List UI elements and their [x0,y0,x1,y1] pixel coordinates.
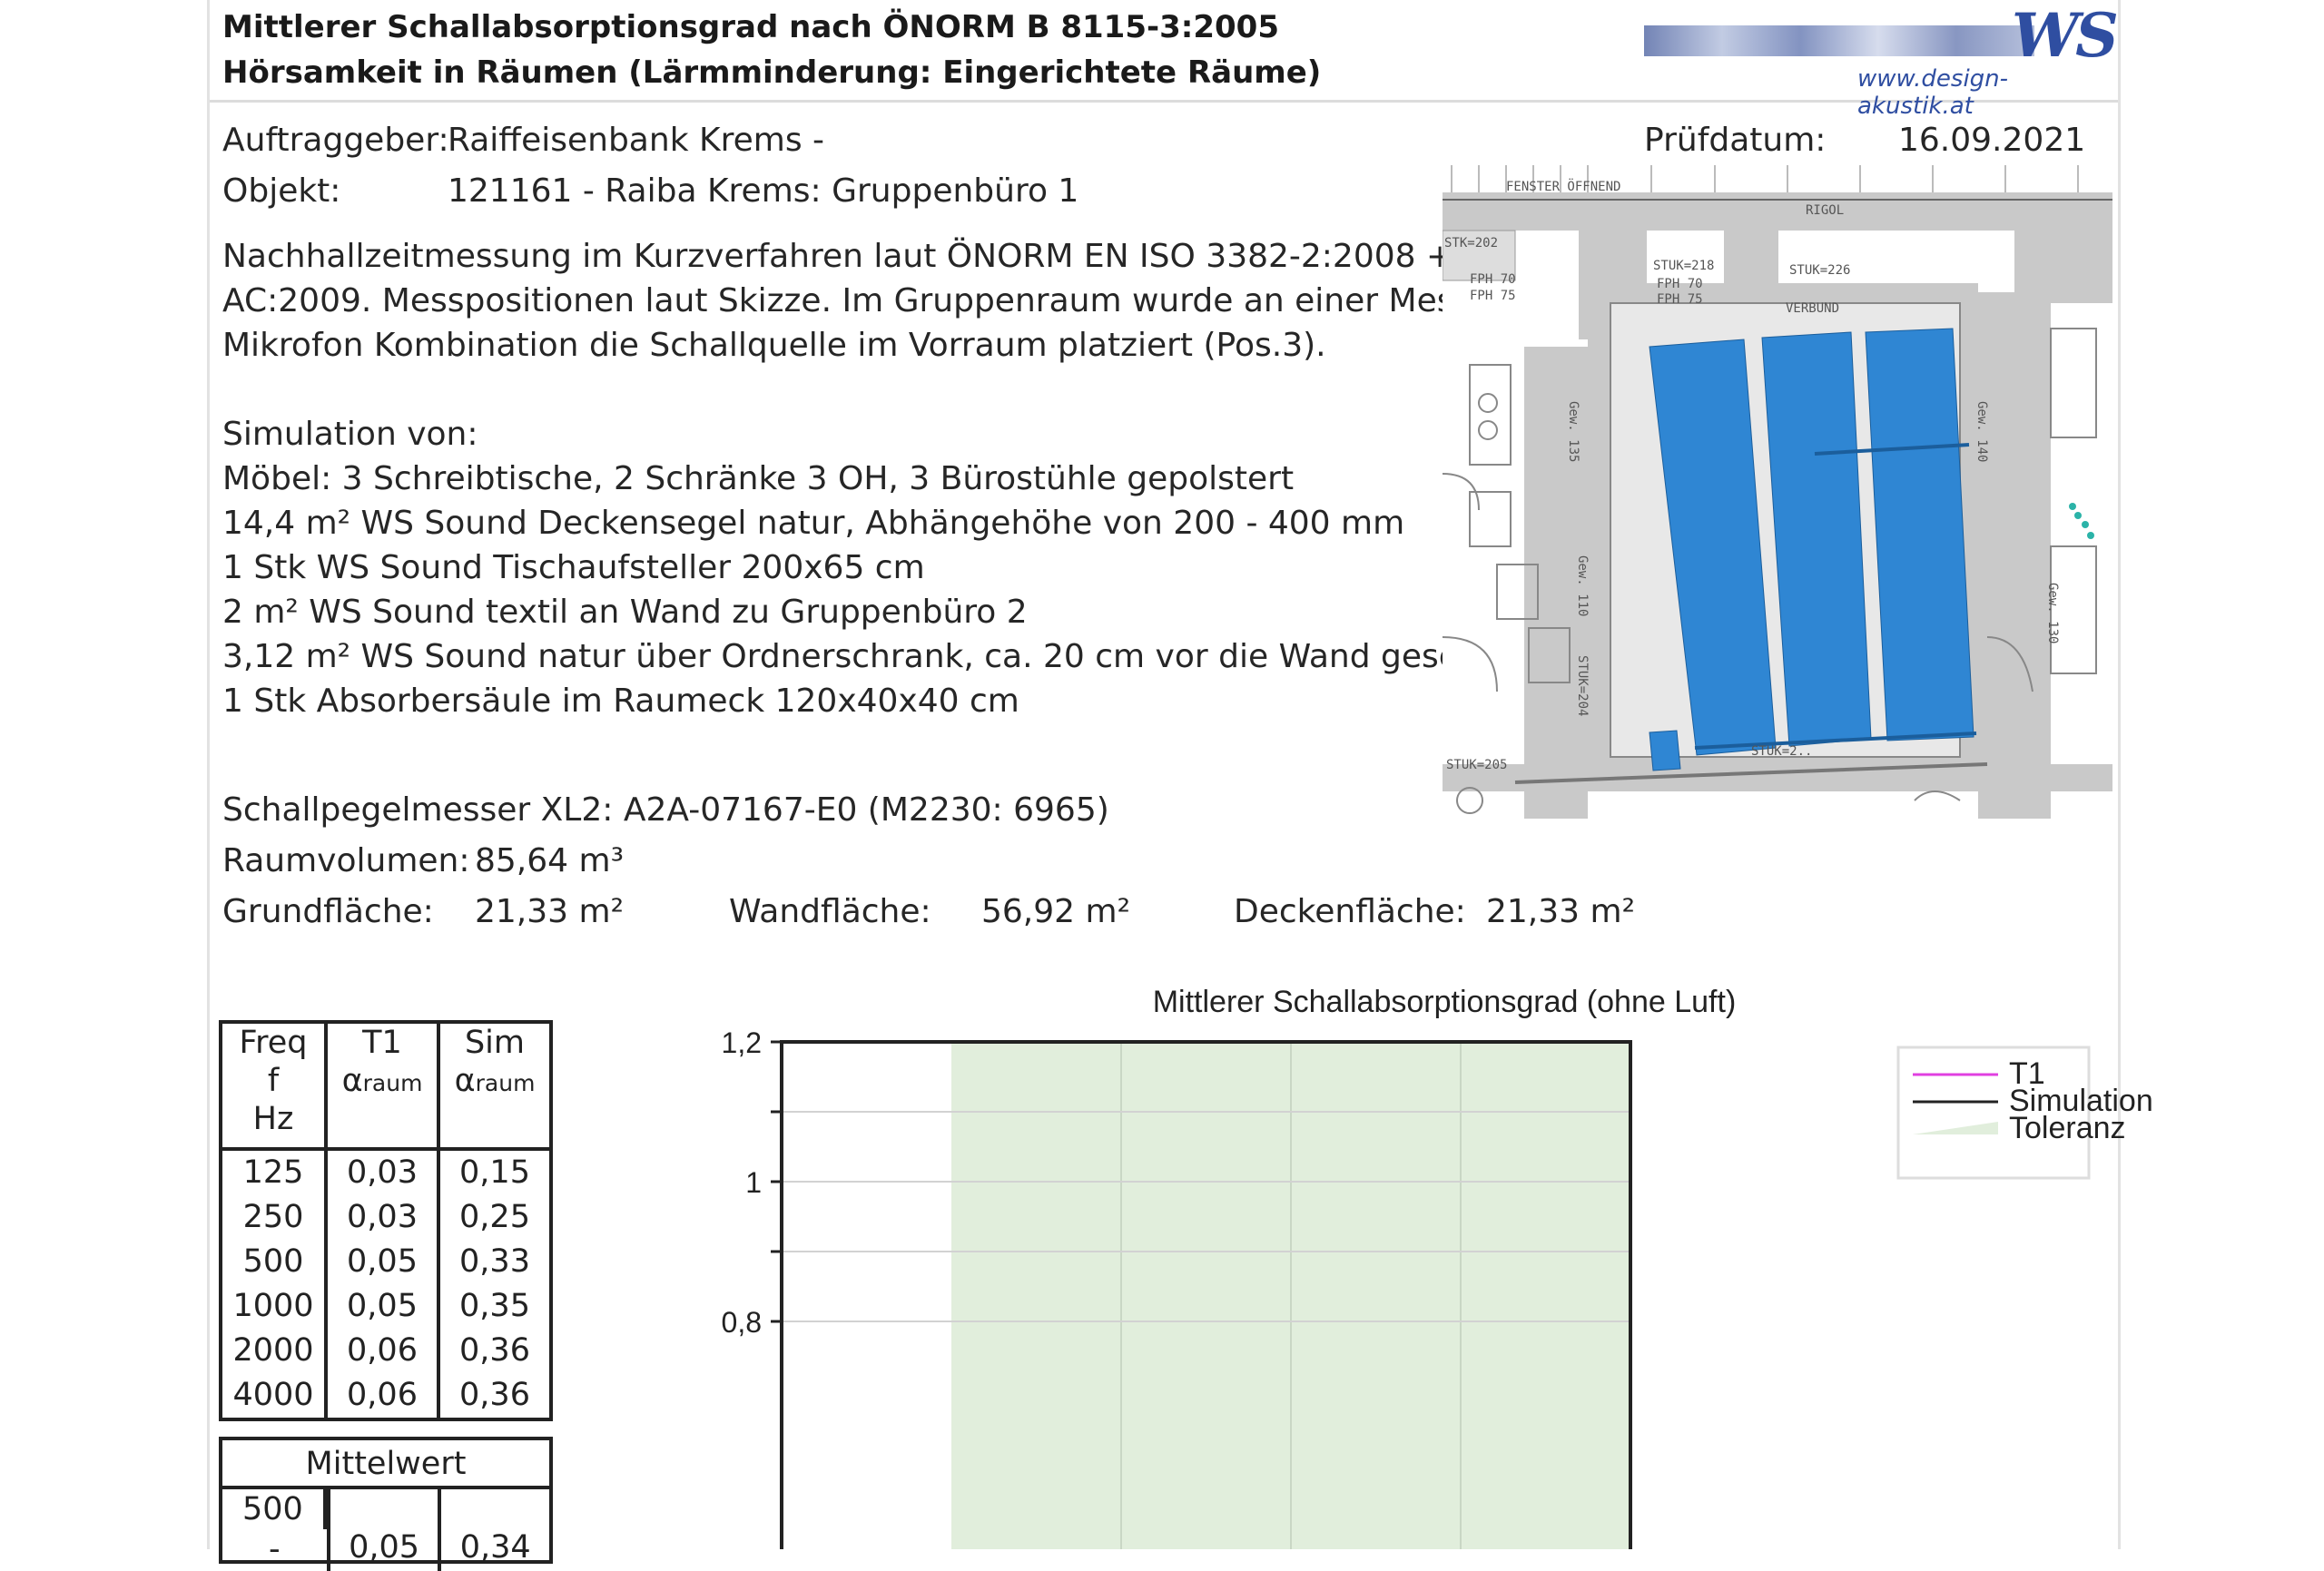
y-tick-label: 1,2 [722,1026,762,1059]
date-label: Prüfdatum: [1644,122,1827,159]
floorplan-label: STUK=204 [1575,655,1590,716]
client-label: Auftraggeber: [222,122,449,159]
column-header-sim: Sim αraum [437,1020,553,1151]
floorplan-label: Gew. 110 [1575,555,1590,616]
volume-label: Raumvolumen: [222,842,470,879]
floorplan-label: FENSTER ÖFFNEND [1506,178,1620,194]
simulation-heading: Simulation von: [222,416,478,453]
table-row: 250 0,03 0,25 [219,1195,553,1240]
report-subtitle: Hörsamkeit in Räumen (Lärmminderung: Ein… [222,54,1322,91]
floorplan-label: FPH 70 [1470,272,1516,287]
simulation-line: 1 Stk Absorbersäule im Raumeck 120x40x40… [222,682,1019,720]
floorplan-label: VERBUND [1786,301,1839,316]
y-tick-label: 0,8 [722,1306,762,1339]
report-header: Mittlerer Schallabsorptionsgrad nach ÖNO… [210,0,2119,120]
mean-t1-value: 0,05 [330,1489,442,1571]
report-title: Mittlerer Schallabsorptionsgrad nach ÖNO… [222,9,1279,45]
table-row: 500 0,05 0,33 [219,1240,553,1284]
floor-area-value: 21,33 m² [475,893,625,930]
floorplan-label: FPH 75 [1657,292,1703,307]
table-row: 4000 0,06 0,36 [219,1373,553,1421]
floorplan-label: STUK=2.. [1751,744,1812,759]
simulation-line: Möbel: 3 Schreibtische, 2 Schränke 3 OH,… [222,460,1295,497]
floorplan-label: STUK=218 [1653,259,1714,273]
chart-plot-area: 1,2 1 0,8 [722,1026,1632,1549]
chart-legend: T1 Simulation Toleranz [1896,1046,2153,1180]
floorplan-label: Gew. 140 [1974,401,1989,462]
description-line: AC:2009. Messpositionen laut Skizze. Im … [222,282,1483,319]
mean-value-label: Mittelwert [222,1440,549,1489]
meter-info: Schallpegelmesser XL2: A2A-07167-E0 (M22… [222,791,1109,829]
floorplan-label: FPH 70 [1657,277,1703,291]
object-label: Objekt: [222,172,341,210]
column-header-frequency: Freq f Hz [219,1020,328,1151]
simulation-line: 14,4 m² WS Sound Deckensegel natur, Abhä… [222,505,1405,542]
floorplan-label: STUK=205 [1446,758,1507,772]
wall-area-label: Wandfläche: [729,893,931,930]
description-line: Mikrofon Kombination die Schallquelle im… [222,327,1326,364]
wall-area-value: 56,92 m² [981,893,1131,930]
floorplan-label: RIGOL [1806,203,1844,218]
object-value: 121161 - Raiba Krems: Gruppenbüro 1 [448,172,1079,210]
absorption-table: Freq f Hz T1 αraum Sim αraum 125 0,03 0,15 250… [219,1020,553,1421]
floorplan-label: Gew. 130 [2045,583,2060,643]
column-header-t1: T1 αraum [324,1020,440,1151]
table-row: 1000 0,05 0,35 [219,1284,553,1329]
mean-value-box: Mittelwert 500- 0,05 0,34 [219,1437,553,1571]
legend-tolerance-label: Toleranz [2009,1111,2126,1145]
floorplan-label: STUK=226 [1789,263,1850,278]
client-value: Raiffeisenbank Krems - [448,122,825,159]
table-row: 2000 0,06 0,36 [219,1329,553,1373]
floorplan-label: Gew. 135 [1566,401,1581,462]
ceiling-area-label: Deckenfläche: [1234,893,1466,930]
mean-sim-value: 0,34 [459,1529,531,1566]
simulation-line: 1 Stk WS Sound Tischaufsteller 200x65 cm [222,549,925,586]
floorplan-sketch: FENSTER ÖFFNEND STUK=218 FPH 70 FPH 75 S… [1443,165,2112,837]
floorplan-label: FPH 75 [1470,289,1516,303]
floorplan-label: STK=202 [1444,236,1498,250]
report-page: Mittlerer Schallabsorptionsgrad nach ÖNO… [207,0,2153,1571]
volume-value: 85,64 m³ [475,842,625,879]
simulation-line: 3,12 m² WS Sound natur über Ordnerschran… [222,638,1502,675]
website-link[interactable]: www.design-akustik.at [1857,65,2118,120]
date-value: 16.09.2021 [1898,122,2086,159]
description-line: Nachhallzeitmessung im Kurzverfahren lau… [222,238,1454,275]
floor-area-label: Grundfläche: [222,893,434,930]
absorption-chart: Mittlerer Schallabsorptionsgrad (ohne Lu… [722,985,2153,1549]
simulation-line: 2 m² WS Sound textil an Wand zu Gruppenb… [222,594,1028,631]
company-logo: WS [2012,0,2119,71]
mean-frequency-range: 500- [222,1489,330,1571]
chart-title: Mittlerer Schallabsorptionsgrad (ohne Lu… [1153,985,1737,1019]
logo-banner-image [1644,25,2034,56]
table-row: 125 0,03 0,15 [219,1149,553,1195]
y-tick-label: 1 [745,1166,762,1199]
ceiling-area-value: 21,33 m² [1486,893,1636,930]
